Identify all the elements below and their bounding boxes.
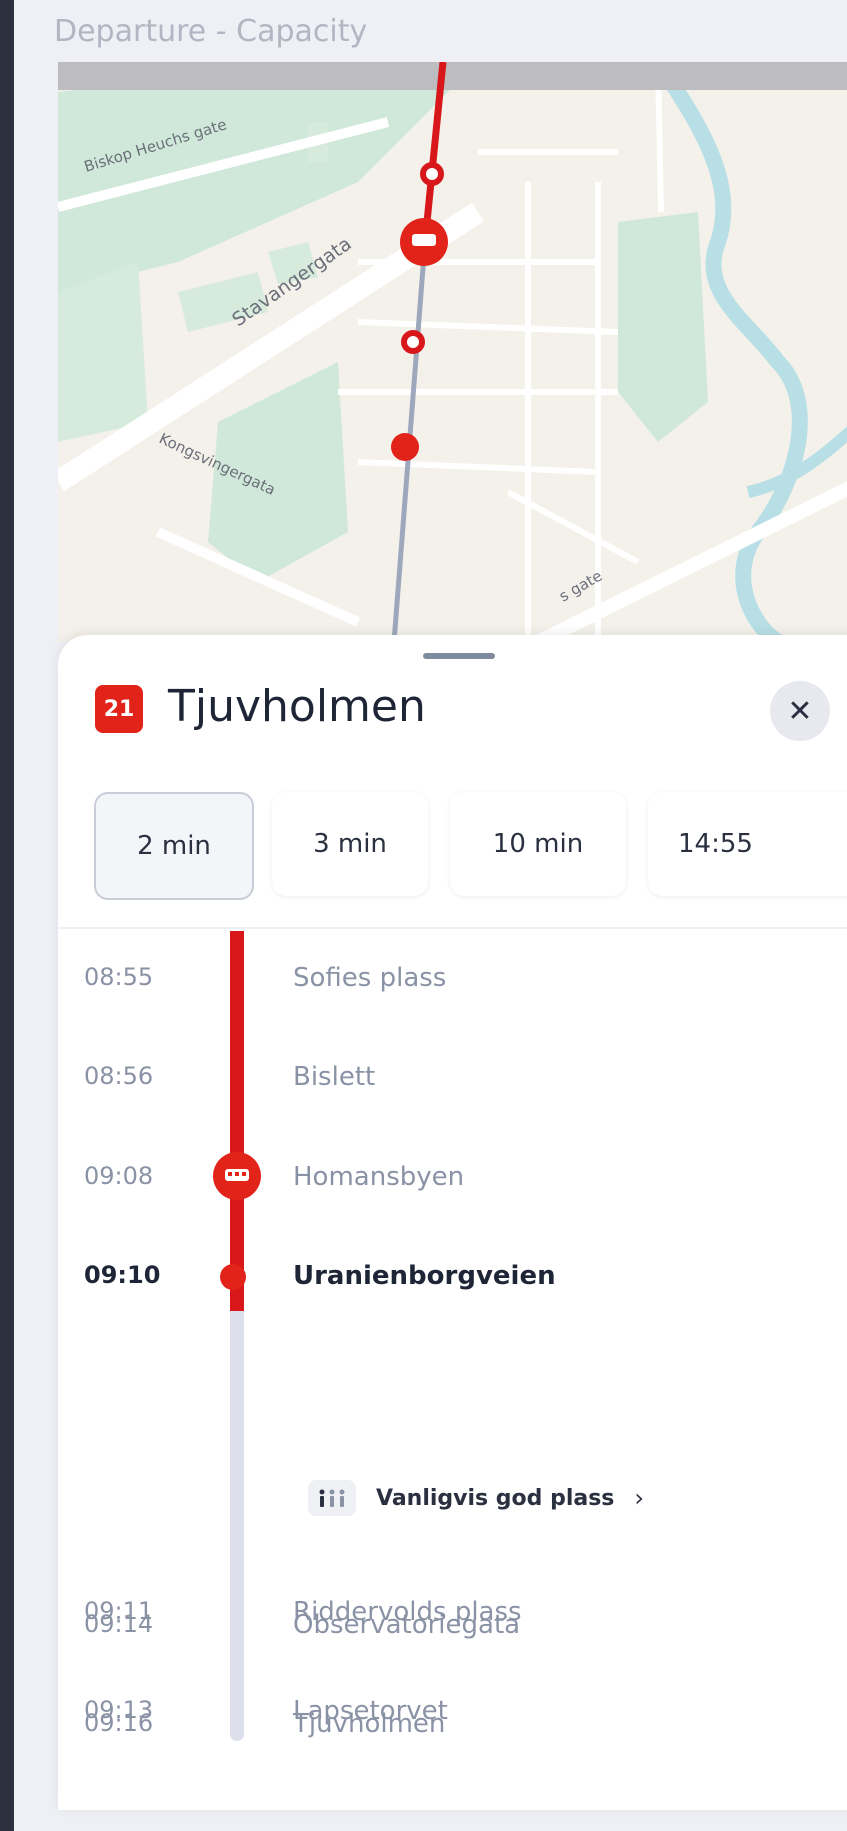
stop-time: 09:16	[84, 1709, 154, 1737]
route-number-badge: 21	[95, 685, 143, 733]
vehicle-marker	[213, 1152, 261, 1200]
stop-name: Homansbyen	[293, 1162, 465, 1192]
stop-name: Tjuvholmen	[293, 1709, 446, 1739]
stop-time: 09:08	[84, 1162, 154, 1190]
chevron-right-icon: ›	[634, 1484, 644, 1512]
drag-handle[interactable]	[423, 653, 495, 659]
departure-tab[interactable]: 3 min	[272, 792, 428, 896]
departure-tab[interactable]: 14:55	[648, 792, 847, 896]
stop-time: 08:55	[84, 963, 154, 991]
stop-row[interactable]: 09:08 Homansbyen	[58, 1152, 847, 1202]
stop-row[interactable]: 09:14 Observatoriegata	[58, 1610, 847, 1650]
stop-time: 08:56	[84, 1062, 154, 1090]
stop-list-continuation: 09:14 Observatoriegata 09:16 Tjuvholmen	[58, 1590, 847, 1790]
current-stop-marker	[220, 1264, 246, 1290]
window-title: Departure - Capacity	[54, 14, 368, 49]
destination-title: Tjuvholmen	[168, 681, 426, 732]
app-frame: Departure - Capacity Biskop Heuchs gate …	[14, 0, 847, 1831]
stop-row-current[interactable]: 09:10 Uranienborgveien	[58, 1261, 847, 1301]
close-icon: ✕	[787, 693, 813, 729]
stop-row[interactable]: 09:16 Tjuvholmen	[58, 1709, 847, 1749]
stop-time: 09:10	[84, 1261, 161, 1289]
stop-row[interactable]: 08:56 Bislett	[58, 1062, 847, 1102]
capacity-link[interactable]: Vanligvis god plass ›	[308, 1478, 644, 1518]
departure-tab[interactable]: 10 min	[450, 792, 626, 896]
stop-name: Sofies plass	[293, 963, 447, 993]
people-icon	[308, 1480, 356, 1516]
stop-name: Bislett	[293, 1062, 376, 1092]
divider	[58, 927, 847, 929]
stop-time: 09:14	[84, 1610, 154, 1638]
departure-tab[interactable]: 2 min	[94, 792, 254, 900]
close-button[interactable]: ✕	[770, 681, 830, 741]
stop-row[interactable]: 08:55 Sofies plass	[58, 963, 847, 1003]
stop-name: Observatoriegata	[293, 1610, 521, 1640]
route-map[interactable]: Biskop Heuchs gate Stavangergata Kongsvi…	[58, 62, 847, 642]
bus-icon	[225, 1169, 249, 1181]
capacity-text: Vanligvis god plass	[376, 1485, 615, 1511]
stop-name: Uranienborgveien	[293, 1261, 556, 1291]
